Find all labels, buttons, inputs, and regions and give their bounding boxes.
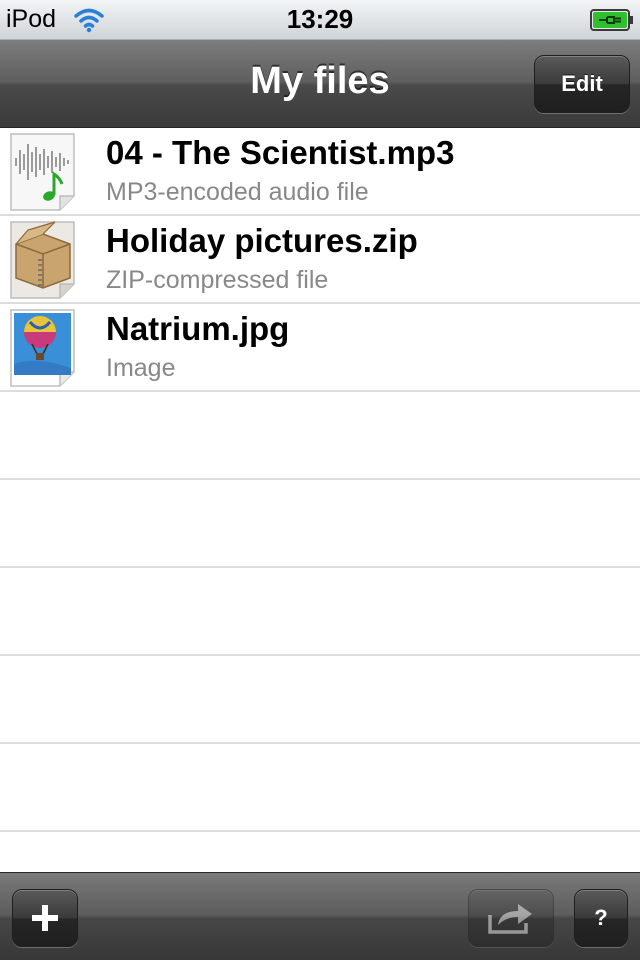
navigation-bar: My files Edit bbox=[0, 40, 640, 128]
plus-icon bbox=[32, 905, 58, 931]
share-button[interactable] bbox=[468, 889, 554, 947]
share-icon bbox=[488, 904, 532, 934]
empty-row bbox=[0, 392, 640, 480]
empty-row bbox=[0, 480, 640, 568]
clock: 13:29 bbox=[286, 4, 354, 34]
file-row[interactable]: Natrium.jpg Image bbox=[0, 304, 640, 392]
zip-file-icon bbox=[10, 221, 75, 299]
bottom-toolbar: ? bbox=[0, 872, 640, 960]
empty-row bbox=[0, 568, 640, 656]
file-list: 04 - The Scientist.mp3 MP3-encoded audio… bbox=[0, 128, 640, 872]
image-file-icon bbox=[10, 309, 75, 387]
file-row[interactable]: 04 - The Scientist.mp3 MP3-encoded audio… bbox=[0, 128, 640, 216]
empty-row bbox=[0, 656, 640, 744]
add-button[interactable] bbox=[12, 889, 78, 947]
file-type: ZIP-compressed file bbox=[106, 266, 329, 294]
file-name: 04 - The Scientist.mp3 bbox=[106, 134, 455, 171]
edit-button[interactable]: Edit bbox=[534, 55, 630, 113]
help-button[interactable]: ? bbox=[574, 889, 628, 947]
status-bar: iPod 13:29 bbox=[0, 0, 640, 40]
file-name: Holiday pictures.zip bbox=[106, 222, 418, 259]
empty-row bbox=[0, 744, 640, 832]
file-type: Image bbox=[106, 354, 176, 382]
file-row[interactable]: Holiday pictures.zip ZIP-compressed file bbox=[0, 216, 640, 304]
file-type: MP3-encoded audio file bbox=[106, 178, 369, 206]
battery-charging-icon bbox=[590, 9, 633, 31]
audio-file-icon bbox=[10, 133, 75, 211]
file-name: Natrium.jpg bbox=[106, 310, 290, 347]
